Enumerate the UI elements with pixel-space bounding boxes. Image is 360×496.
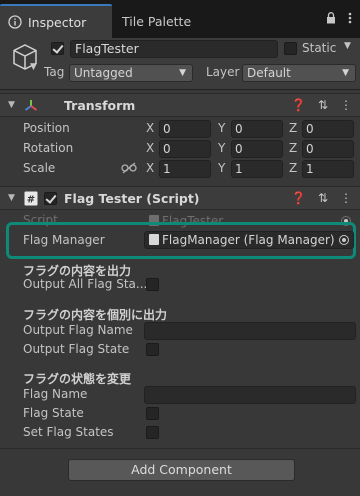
rotation-z-label[interactable]: Z (289, 141, 297, 155)
svg-text:#: # (27, 195, 35, 206)
flag-name-label: Flag Name (23, 387, 88, 401)
rotation-x-field[interactable]: 0 (159, 140, 211, 158)
position-y-label[interactable]: Y (218, 121, 225, 135)
output-flag-name-input[interactable] (144, 322, 356, 340)
section-heading-output-individual: フラグの内容を個別に出力 (23, 308, 168, 322)
output-all-checkbox[interactable] (146, 278, 159, 291)
scale-x-field[interactable]: 1 (159, 160, 211, 178)
tag-label: Tag (44, 65, 65, 79)
flag-tester-header[interactable]: ▼ # Flag Tester (Script) ❓ ⇅ ⋮ (0, 186, 360, 210)
flag-state-checkbox[interactable] (146, 407, 159, 420)
transform-title: Transform (64, 98, 136, 113)
tab-inspector-label: Inspector (28, 14, 87, 30)
position-x-label[interactable]: X (146, 121, 154, 135)
flag-manager-label: Flag Manager (23, 233, 105, 247)
tab-tile-palette-label: Tile Palette (122, 13, 192, 29)
rotation-y-field[interactable]: 0 (231, 140, 283, 158)
add-component-button[interactable]: Add Component (68, 459, 295, 481)
active-checkbox[interactable] (51, 42, 64, 55)
static-label: Static (302, 41, 337, 55)
script-icon: # (24, 191, 38, 206)
object-picker-icon[interactable] (339, 235, 349, 245)
chevron-down-icon: ▼ (342, 68, 349, 78)
flag-tester-title: Flag Tester (Script) (64, 191, 200, 206)
tab-inspector[interactable]: Inspector (0, 4, 112, 38)
help-icon[interactable]: ❓ (291, 191, 306, 205)
flag-manager-field[interactable]: FlagManager (Flag Manager) (144, 231, 354, 249)
help-icon[interactable]: ❓ (291, 98, 306, 112)
more-menu-icon[interactable]: ⋮ (340, 98, 352, 112)
tab-tile-palette[interactable]: Tile Palette (122, 4, 191, 38)
lock-icon[interactable] (326, 12, 336, 24)
output-flag-state-label: Output Flag State (23, 342, 130, 356)
constrain-proportions-icon[interactable] (121, 162, 137, 174)
position-label: Position (23, 121, 70, 135)
layer-value: Default (247, 66, 291, 80)
flag-manager-value: FlagManager (Flag Manager) (162, 233, 335, 247)
scale-x-label[interactable]: X (146, 161, 154, 175)
layer-dropdown[interactable]: Default ▼ (242, 64, 356, 82)
scale-y-field[interactable]: 1 (231, 160, 283, 178)
flag-name-input[interactable] (144, 386, 356, 404)
foldout-arrow-icon[interactable]: ▼ (8, 193, 15, 203)
static-dropdown-icon[interactable]: ▼ (344, 41, 351, 51)
static-checkbox[interactable] (284, 42, 297, 55)
output-flag-name-label: Output Flag Name (23, 323, 133, 337)
script-enabled-checkbox[interactable] (44, 192, 57, 205)
position-z-label[interactable]: Z (289, 121, 297, 135)
transform-axes-icon (24, 100, 38, 111)
tab-bar: Inspector Tile Palette (0, 0, 360, 38)
scale-y-label[interactable]: Y (218, 161, 225, 175)
section-heading-change-state: フラグの状態を変更 (23, 372, 132, 386)
flag-state-label: Flag State (23, 406, 84, 420)
chevron-down-icon: ▼ (179, 68, 186, 78)
divider (0, 448, 360, 449)
more-menu-icon[interactable]: ⋮ (340, 191, 352, 205)
icon-dropdown-icon[interactable]: ▼ (30, 62, 37, 72)
scale-label: Scale (23, 161, 56, 175)
position-x-field[interactable]: 0 (159, 120, 211, 138)
set-flag-states-checkbox[interactable] (146, 426, 159, 439)
scale-z-field[interactable]: 1 (302, 160, 354, 178)
foldout-arrow-icon[interactable]: ▼ (8, 100, 15, 110)
rotation-y-label[interactable]: Y (218, 141, 225, 155)
rotation-x-label[interactable]: X (146, 141, 154, 155)
rotation-z-field[interactable]: 0 (302, 140, 354, 158)
output-all-label: Output All Flag Sta... (23, 277, 148, 291)
info-icon (8, 15, 22, 29)
rotation-label: Rotation (23, 141, 74, 155)
tag-value: Untagged (74, 66, 133, 80)
object-name-field[interactable]: FlagTester (70, 40, 278, 58)
position-y-field[interactable]: 0 (231, 120, 283, 138)
tag-dropdown[interactable]: Untagged ▼ (69, 64, 193, 82)
scale-z-label[interactable]: Z (289, 161, 297, 175)
layer-label: Layer (206, 65, 240, 79)
position-z-field[interactable]: 0 (302, 120, 354, 138)
script-file-icon (149, 234, 159, 245)
set-flag-states-label: Set Flag States (23, 425, 114, 439)
more-menu-icon[interactable] (348, 12, 352, 24)
gameobject-header: ▼ FlagTester Static ▼ Tag Untagged ▼ Lay… (0, 38, 360, 90)
output-flag-state-checkbox[interactable] (146, 343, 159, 356)
presets-icon[interactable]: ⇅ (318, 191, 328, 205)
presets-icon[interactable]: ⇅ (318, 98, 328, 112)
transform-header[interactable]: ▼ Transform ❓ ⇅ ⋮ (0, 93, 360, 117)
